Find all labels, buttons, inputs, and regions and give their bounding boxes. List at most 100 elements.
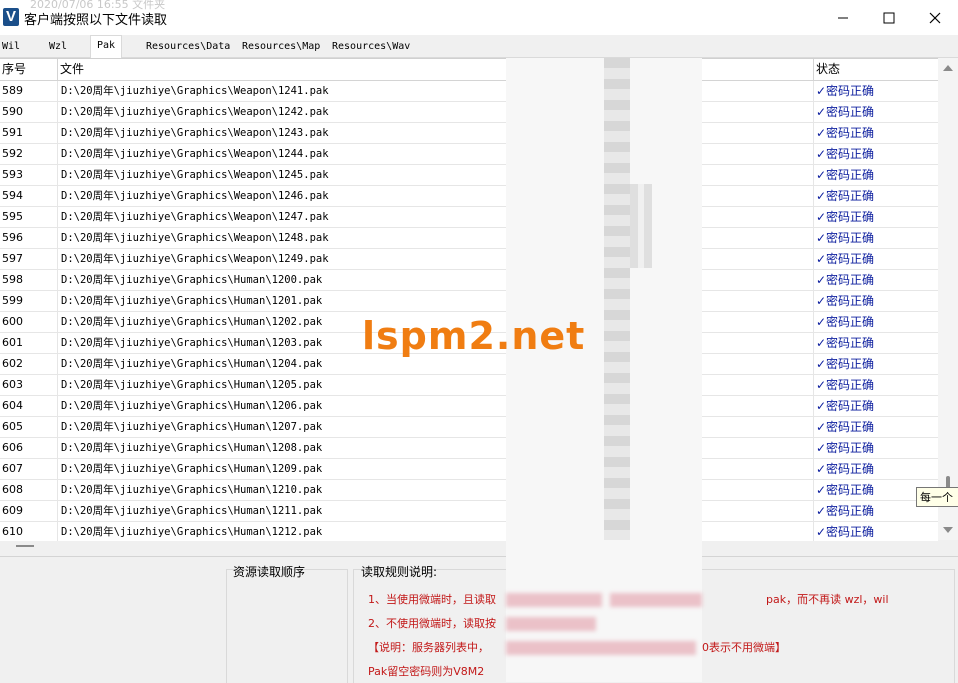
row-seq-cell: 593: [0, 165, 58, 185]
row-status-cell: ✓密码正确: [816, 399, 875, 413]
close-icon: [929, 12, 941, 23]
tab-resources-map[interactable]: Resources\Map: [242, 38, 320, 56]
row-status-cell: ✓密码正确: [816, 294, 875, 308]
row-seq-cell: 603: [0, 375, 58, 395]
table-row[interactable]: 607 D:\20周年\jiuzhiye\Graphics\Human\1209.…: [0, 459, 938, 480]
row-seq-cell: 605: [0, 417, 58, 437]
window-title: 客户端按照以下文件读取: [24, 13, 168, 28]
scroll-down-icon[interactable]: [943, 527, 953, 533]
row-seq-cell: 596: [0, 228, 58, 248]
row-status-cell: ✓密码正确: [816, 336, 875, 350]
tab-resources-wav[interactable]: Resources\Wav: [332, 38, 410, 56]
row-seq-cell: 610: [0, 522, 58, 541]
row-seq-cell: 597: [0, 249, 58, 269]
file-list-table[interactable]: 序号 文件 状态 589 D:\20周年\jiuzhiye\Graphics\We…: [0, 58, 938, 541]
table-row[interactable]: 603 D:\20周年\jiuzhiye\Graphics\Human\1205.…: [0, 375, 938, 396]
row-status-cell: ✓密码正确: [816, 168, 875, 182]
minimize-button[interactable]: [820, 0, 866, 35]
blurred-text: [506, 593, 602, 607]
table-row[interactable]: 610 D:\20周年\jiuzhiye\Graphics\Human\1212.…: [0, 522, 938, 541]
table-row[interactable]: 589 D:\20周年\jiuzhiye\Graphics\Weapon\1241…: [0, 81, 938, 102]
rules-label: 读取规则说明:: [361, 565, 438, 579]
table-row[interactable]: 606 D:\20周年\jiuzhiye\Graphics\Human\1208.…: [0, 438, 938, 459]
row-seq-cell: 598: [0, 270, 58, 290]
table-header: 序号 文件 状态: [0, 59, 938, 81]
rule-line-1-start: 1、当使用微端时，且读取: [368, 593, 496, 606]
row-status-cell: ✓密码正确: [816, 252, 875, 266]
table-row[interactable]: 596 D:\20周年\jiuzhiye\Graphics\Weapon\1248…: [0, 228, 938, 249]
table-row[interactable]: 598 D:\20周年\jiuzhiye\Graphics\Human\1200.…: [0, 270, 938, 291]
resource-order-box[interactable]: [226, 569, 348, 683]
close-button[interactable]: [912, 0, 958, 35]
row-status-cell: ✓密码正确: [816, 420, 875, 434]
row-seq-cell: 606: [0, 438, 58, 458]
row-seq-cell: 594: [0, 186, 58, 206]
table-row[interactable]: 592 D:\20周年\jiuzhiye\Graphics\Weapon\1244…: [0, 144, 938, 165]
table-row[interactable]: 609 D:\20周年\jiuzhiye\Graphics\Human\1211.…: [0, 501, 938, 522]
row-status-cell: ✓密码正确: [816, 357, 875, 371]
resource-order-label: 资源读取顺序: [233, 565, 306, 579]
title-bar: 2020/07/06 16:55 文件夹 V 客户端按照以下文件读取: [0, 0, 958, 35]
tab-bar: Wil Wzl Pak Resources\Data Resources\Map…: [0, 35, 958, 58]
table-row[interactable]: 599 D:\20周年\jiuzhiye\Graphics\Human\1201.…: [0, 291, 938, 312]
vertical-scrollbar[interactable]: [938, 58, 958, 540]
row-seq-cell: 602: [0, 354, 58, 374]
rule-line-1-end: pak，而不再读 wzl，wil: [766, 593, 889, 606]
scroll-up-icon[interactable]: [943, 65, 953, 71]
minimize-icon: [838, 17, 848, 18]
row-seq-cell: 601: [0, 333, 58, 353]
row-status-cell: ✓密码正确: [816, 147, 875, 161]
table-row[interactable]: 597 D:\20周年\jiuzhiye\Graphics\Weapon\1249…: [0, 249, 938, 270]
row-status-cell: ✓密码正确: [816, 441, 875, 455]
row-status-cell: ✓密码正确: [816, 462, 875, 476]
rule-line-3-start: 【说明：服务器列表中，: [368, 641, 489, 654]
blurred-text: [610, 593, 702, 607]
blurred-text: [506, 617, 596, 631]
table-row[interactable]: 595 D:\20周年\jiuzhiye\Graphics\Weapon\1247…: [0, 207, 938, 228]
row-status-cell: ✓密码正确: [816, 231, 875, 245]
privacy-mosaic-patch: [630, 184, 652, 268]
maximize-button[interactable]: [866, 0, 912, 35]
row-status-cell: ✓密码正确: [816, 189, 875, 203]
row-seq-cell: 592: [0, 144, 58, 164]
maximize-icon: [883, 12, 895, 23]
table-row[interactable]: 593 D:\20周年\jiuzhiye\Graphics\Weapon\1245…: [0, 165, 938, 186]
row-status-cell: ✓密码正确: [816, 315, 875, 329]
table-row[interactable]: 594 D:\20周年\jiuzhiye\Graphics\Weapon\1246…: [0, 186, 938, 207]
table-row[interactable]: 590 D:\20周年\jiuzhiye\Graphics\Weapon\1242…: [0, 102, 938, 123]
row-status-cell: ✓密码正确: [816, 126, 875, 140]
table-row[interactable]: 604 D:\20周年\jiuzhiye\Graphics\Human\1206.…: [0, 396, 938, 417]
table-row[interactable]: 605 D:\20周年\jiuzhiye\Graphics\Human\1207.…: [0, 417, 938, 438]
tab-resources-data[interactable]: Resources\Data: [146, 38, 230, 56]
row-seq-cell: 604: [0, 396, 58, 416]
header-seq[interactable]: 序号: [0, 59, 58, 80]
watermark-text: lspm2.net: [362, 314, 586, 358]
row-seq-cell: 608: [0, 480, 58, 500]
row-seq-cell: 595: [0, 207, 58, 227]
row-seq-cell: 591: [0, 123, 58, 143]
row-status-cell: ✓密码正确: [816, 525, 875, 539]
row-seq-cell: 600: [0, 312, 58, 332]
rule-line-4: Pak留空密码则为V8M2: [368, 665, 485, 678]
row-status-cell: ✓密码正确: [816, 105, 875, 119]
blurred-text: [506, 641, 696, 655]
row-seq-cell: 590: [0, 102, 58, 122]
app-logo-icon: V: [3, 8, 19, 26]
table-row[interactable]: 608 D:\20周年\jiuzhiye\Graphics\Human\1210.…: [0, 480, 938, 501]
horizontal-scroll-thumb[interactable]: [16, 545, 34, 547]
row-status-cell: ✓密码正确: [816, 378, 875, 392]
rule-line-3-end: 为0表示不用微端】: [691, 641, 786, 654]
rule-line-2: 2、不使用微端时，读取按: [368, 617, 496, 630]
table-row[interactable]: 591 D:\20周年\jiuzhiye\Graphics\Weapon\1243…: [0, 123, 938, 144]
row-seq-cell: 599: [0, 291, 58, 311]
row-seq-cell: 609: [0, 501, 58, 521]
row-seq-cell: 607: [0, 459, 58, 479]
row-seq-cell: 589: [0, 81, 58, 101]
row-status-cell: ✓密码正确: [816, 273, 875, 287]
row-status-cell: ✓密码正确: [816, 84, 875, 98]
tab-wil[interactable]: Wil: [2, 38, 20, 56]
tab-wzl[interactable]: Wzl: [49, 38, 67, 56]
header-status[interactable]: 状态: [814, 59, 938, 80]
row-status-cell: ✓密码正确: [816, 210, 875, 224]
tab-pak[interactable]: Pak: [90, 35, 123, 58]
